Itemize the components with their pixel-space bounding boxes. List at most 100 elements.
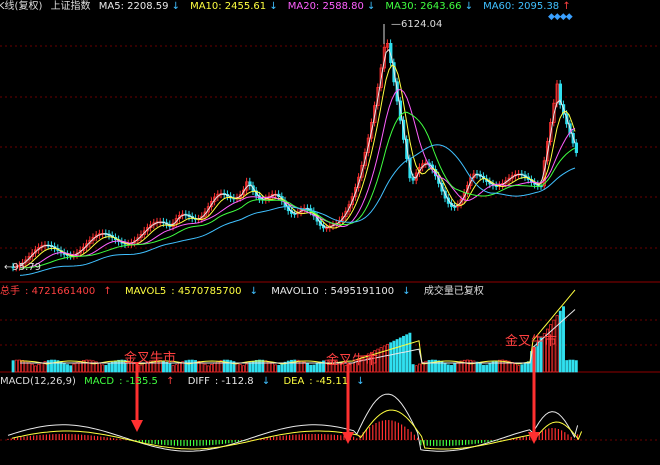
volume-bar bbox=[245, 363, 249, 373]
volume-bar bbox=[75, 362, 79, 373]
volume-header: 总手: 4721661400 ↑ MAVOL5: 4570785700 ↓ MA… bbox=[0, 286, 484, 297]
volume-bar bbox=[120, 359, 124, 373]
volume-bar bbox=[280, 363, 284, 373]
candle-body bbox=[411, 177, 415, 181]
volume-bar bbox=[206, 365, 210, 373]
down-arrow-icon: ↓ bbox=[249, 286, 259, 297]
volume-bar bbox=[139, 364, 143, 373]
volume-bar bbox=[85, 359, 89, 373]
chart-title: K线(复权) bbox=[0, 1, 43, 12]
ma-item-ma5: MA5: 2208.59 ↓ bbox=[98, 1, 181, 12]
volume-bar bbox=[408, 332, 412, 373]
bull-signal-label-3: 金叉牛市 bbox=[505, 334, 558, 349]
volume-bar bbox=[11, 360, 15, 373]
volume-bar bbox=[264, 360, 268, 373]
volume-bar bbox=[517, 365, 521, 373]
volume-bar bbox=[213, 362, 217, 373]
volume-bar bbox=[558, 310, 562, 373]
volume-bar bbox=[62, 362, 66, 373]
volume-bar bbox=[379, 347, 383, 373]
volume-bar bbox=[510, 362, 514, 373]
volume-bar bbox=[312, 364, 316, 373]
volume-bar bbox=[254, 360, 258, 373]
volume-bar bbox=[523, 362, 527, 373]
diamond-icon[interactable]: ◆◆◆◆ bbox=[548, 12, 573, 22]
down-arrow-icon: ↓ bbox=[356, 376, 365, 387]
ma10-line bbox=[19, 64, 576, 269]
volume-bar bbox=[190, 359, 194, 373]
volume-bar bbox=[389, 342, 393, 373]
volume-bar bbox=[302, 361, 306, 373]
volume-bar bbox=[72, 363, 76, 373]
volume-bar bbox=[21, 360, 25, 373]
volume-bar bbox=[309, 364, 313, 373]
bull-signal-label-2: 金叉牛市 bbox=[326, 353, 379, 368]
volume-bar bbox=[475, 361, 479, 373]
bull-arrow-1-head bbox=[131, 420, 143, 432]
volume-bar bbox=[274, 364, 277, 373]
volume-bar bbox=[456, 361, 460, 373]
volume-bar bbox=[382, 345, 386, 373]
volume-bar bbox=[411, 364, 415, 373]
volume-bar bbox=[395, 339, 399, 373]
down-arrow-icon: ↓ bbox=[402, 286, 411, 297]
volume-bar bbox=[427, 360, 431, 373]
volume-bar bbox=[200, 362, 204, 373]
volume-bar bbox=[40, 362, 44, 373]
volume-bar bbox=[418, 363, 421, 373]
volume-bar bbox=[414, 365, 418, 373]
bull-signal-label-1: 金叉牛市 bbox=[124, 351, 177, 366]
volume-bar bbox=[30, 363, 34, 373]
volume-bar bbox=[261, 359, 265, 373]
volume-bar bbox=[210, 364, 213, 373]
mavol5-value: 4570785700 bbox=[177, 286, 242, 297]
volume-bar bbox=[488, 363, 492, 373]
volume-bar bbox=[91, 360, 95, 373]
volume-bar bbox=[453, 363, 457, 373]
volume-bar bbox=[184, 360, 188, 373]
volume-bar bbox=[315, 363, 319, 373]
mavol10-line bbox=[20, 309, 576, 364]
volume-bar bbox=[229, 360, 233, 373]
ma-item-ma30: MA30: 2643.66 ↓ bbox=[385, 1, 474, 12]
volume-bar bbox=[219, 360, 223, 373]
volume-bar bbox=[50, 359, 53, 373]
volume-bar bbox=[565, 360, 569, 373]
volume-bar bbox=[386, 343, 389, 373]
macd-name: MACD(12,26,9) bbox=[0, 376, 76, 387]
volume-bar bbox=[34, 365, 37, 373]
volume-bar bbox=[571, 359, 575, 373]
volume-bar bbox=[402, 335, 405, 373]
volume-bar bbox=[104, 365, 108, 373]
volume-bar bbox=[306, 363, 309, 373]
volume-bar bbox=[392, 340, 396, 373]
volume-bar bbox=[171, 365, 175, 373]
volume-bar bbox=[485, 364, 489, 373]
volume-bar bbox=[37, 364, 41, 373]
volume-note: 成交量已复权 bbox=[423, 286, 484, 297]
volume-bar bbox=[520, 364, 524, 373]
mavol5-label: MAVOL5 bbox=[124, 286, 167, 297]
volume-bar bbox=[514, 363, 517, 373]
stock-chart[interactable] bbox=[0, 0, 660, 465]
volume-bar bbox=[53, 359, 57, 373]
diff-line bbox=[7, 393, 579, 452]
low-price-label: ←95.79 bbox=[4, 262, 42, 273]
volume-bar bbox=[187, 359, 191, 373]
volume-bar bbox=[238, 364, 242, 373]
up-arrow-icon: ↑ bbox=[166, 376, 175, 387]
volume-bar bbox=[482, 364, 485, 373]
macd-label: MACD bbox=[84, 376, 115, 387]
index-name: 上证指数 bbox=[50, 1, 91, 12]
volume-bar bbox=[18, 359, 21, 373]
total-volume-label: 总手 bbox=[0, 286, 20, 297]
volume-bar bbox=[430, 359, 434, 373]
volume-bar bbox=[248, 362, 252, 373]
volume-bar bbox=[178, 362, 181, 373]
macd-header: MACD(12,26,9) MACD: -135.5 ↑ DIFF: -112.… bbox=[0, 376, 365, 387]
diff-label: DIFF bbox=[187, 376, 210, 387]
volume-bar bbox=[98, 362, 101, 373]
mavol5-line bbox=[19, 289, 576, 365]
volume-bar bbox=[258, 359, 261, 373]
volume-bar bbox=[478, 363, 482, 373]
